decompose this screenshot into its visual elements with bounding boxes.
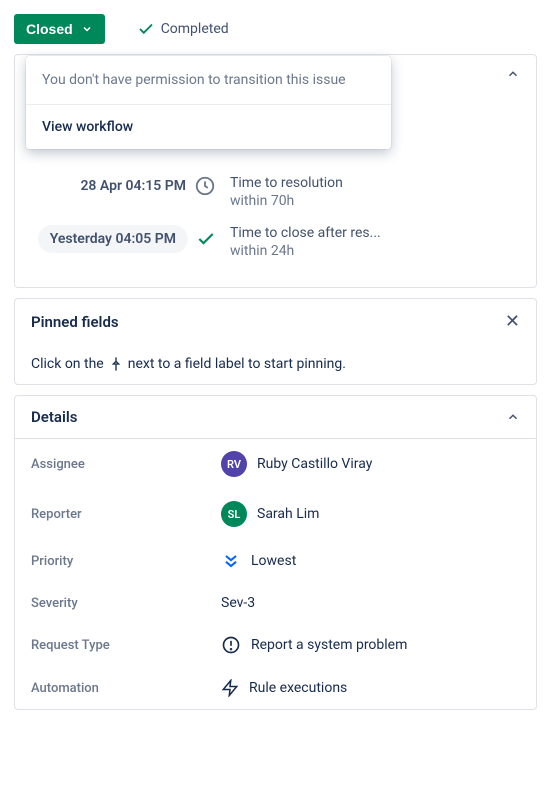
status-dropdown: You don't have permission to transition … [26,56,391,149]
status-button-label: Closed [26,21,73,37]
lowest-priority-icon [221,551,241,571]
sla-meta: Time to close after res... within 24h [230,225,381,259]
avatar: SL [221,501,247,527]
sla-time: Yesterday 04:05 PM [31,225,216,253]
automation-value: Rule executions [249,680,347,696]
assignee-field[interactable]: Assignee RV Ruby Castillo Viray [15,439,536,489]
sla-time: 28 Apr 04:15 PM [31,175,216,197]
field-label: Severity [31,596,221,611]
sla-row: Yesterday 04:05 PM Time to close after r… [31,225,520,259]
sla-within: within 24h [230,243,381,259]
pin-icon [108,356,124,372]
view-workflow-item[interactable]: View workflow [26,105,391,149]
pinned-fields-panel: Pinned fields ✕ Click on the next to a f… [14,298,537,385]
priority-value: Lowest [251,553,296,569]
reporter-name: Sarah Lim [257,506,319,522]
sla-time-text: Yesterday 04:05 PM [38,225,188,253]
chevron-up-icon [506,67,520,81]
sla-within: within 70h [230,193,343,209]
sla-row: 28 Apr 04:15 PM Time to resolution withi… [31,175,520,209]
field-label: Reporter [31,507,221,522]
pinned-hint: Click on the next to a field label to st… [31,356,520,372]
reporter-field[interactable]: Reporter SL Sarah Lim [15,489,536,539]
request-type-value: Report a system problem [251,637,407,653]
close-icon[interactable]: ✕ [505,311,520,332]
sla-meta: Time to resolution within 70h [230,175,343,209]
field-label: Assignee [31,457,221,472]
resolution-status: Completed [137,20,229,38]
request-type-field[interactable]: Request Type Report a system problem [15,623,536,667]
priority-field[interactable]: Priority Lowest [15,539,536,583]
resolution-label: Completed [161,21,229,37]
pinned-hint-suffix: next to a field label to start pinning. [128,356,346,372]
pinned-fields-title: Pinned fields [31,313,119,331]
assignee-name: Ruby Castillo Viray [257,456,372,472]
pinned-fields-header[interactable]: Pinned fields ✕ [15,299,536,344]
alert-circle-icon [221,635,241,655]
sla-name: Time to resolution [230,175,343,191]
bolt-icon [221,679,239,697]
status-button[interactable]: Closed [14,14,105,44]
check-icon [137,20,155,38]
severity-field[interactable]: Severity Sev-3 [15,583,536,623]
avatar: RV [221,451,247,477]
chevron-up-icon [506,410,520,424]
automation-field[interactable]: Automation Rule executions [15,667,536,709]
severity-value: Sev-3 [221,595,255,611]
field-label: Request Type [31,638,221,653]
details-header[interactable]: Details [15,396,536,439]
chevron-down-icon [81,23,93,35]
details-title: Details [31,408,77,426]
check-icon [196,229,216,249]
sla-time-text: 28 Apr 04:15 PM [80,178,186,194]
pinned-hint-prefix: Click on the [31,356,104,372]
field-label: Automation [31,681,221,696]
permission-message: You don't have permission to transition … [26,56,391,104]
clock-icon [194,175,216,197]
details-panel: Details Assignee RV Ruby Castillo Viray … [14,395,537,710]
sla-name: Time to close after res... [230,225,381,241]
field-label: Priority [31,554,221,569]
